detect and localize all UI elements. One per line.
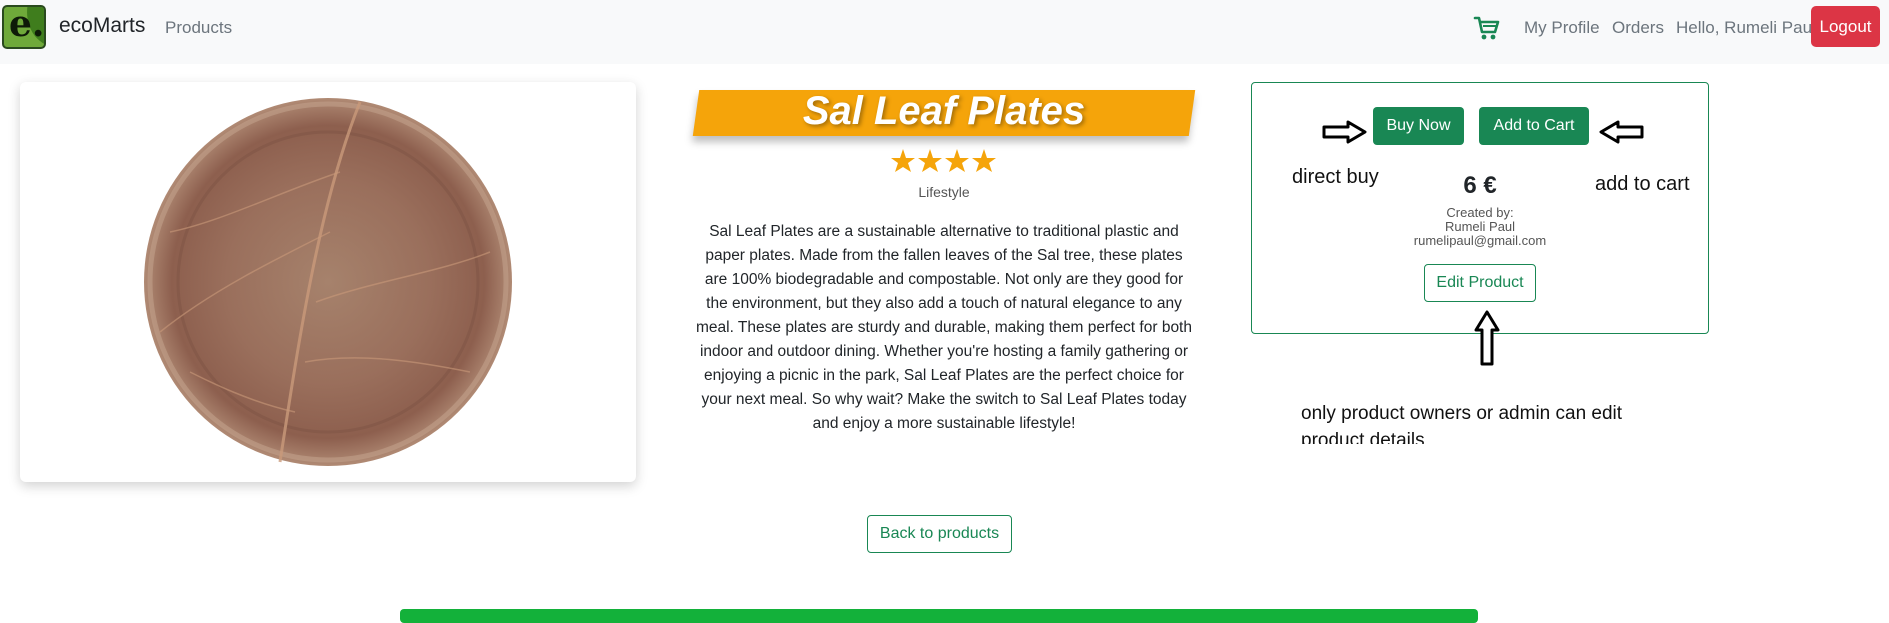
footer-accent-bar: [400, 609, 1478, 623]
edit-product-button[interactable]: Edit Product: [1424, 264, 1536, 302]
brand-link[interactable]: ecoMarts: [59, 14, 145, 38]
left-arrow-icon: [1599, 120, 1644, 144]
annotation-owner-edit-text: only product owners or admin can edit pr…: [1301, 403, 1623, 444]
nav-orders-link[interactable]: Orders: [1612, 18, 1664, 38]
star-icon: [945, 149, 969, 172]
shopping-cart-icon[interactable]: [1473, 14, 1501, 42]
rating-stars: [891, 149, 996, 172]
product-price: 6 €: [1463, 172, 1497, 199]
right-arrow-icon: [1322, 120, 1367, 144]
nav-my-profile-link[interactable]: My Profile: [1524, 18, 1600, 38]
add-to-cart-button[interactable]: Add to Cart: [1479, 107, 1589, 145]
up-arrow-icon: [1474, 310, 1500, 366]
product-category: Lifestyle: [918, 184, 970, 200]
created-by-label: Created by:: [1446, 205, 1514, 220]
product-image-card: [20, 82, 636, 482]
sal-leaf-plate-image: [144, 98, 512, 466]
creator-info: Created by: Rumeli Paul rumelipaul@gmail…: [1380, 206, 1580, 248]
ecomarts-logo[interactable]: e.: [2, 5, 46, 49]
annotation-direct-buy: direct buy: [1292, 166, 1379, 188]
annotation-add-to-cart: add to cart: [1595, 173, 1690, 195]
star-icon: [972, 149, 996, 172]
user-greeting: Hello, Rumeli Paul: [1676, 18, 1816, 37]
creator-name: Rumeli Paul: [1444, 219, 1516, 234]
annotation-owner-edit-note: only product owners or admin can edit pr…: [1301, 400, 1661, 444]
creator-email: rumelipaul@gmail.com: [1413, 233, 1547, 248]
navbar: e. ecoMarts Products My Profile Orders H…: [0, 0, 1889, 64]
back-to-products-button[interactable]: Back to products: [867, 515, 1012, 553]
nav-products-link[interactable]: Products: [165, 18, 232, 38]
star-icon: [918, 149, 942, 172]
logout-button[interactable]: Logout: [1811, 6, 1880, 47]
product-title: Sal Leaf Plates: [802, 89, 1086, 133]
buy-now-button[interactable]: Buy Now: [1373, 107, 1464, 145]
star-icon: [891, 149, 915, 172]
product-description: Sal Leaf Plates are a sustainable altern…: [696, 223, 1192, 432]
